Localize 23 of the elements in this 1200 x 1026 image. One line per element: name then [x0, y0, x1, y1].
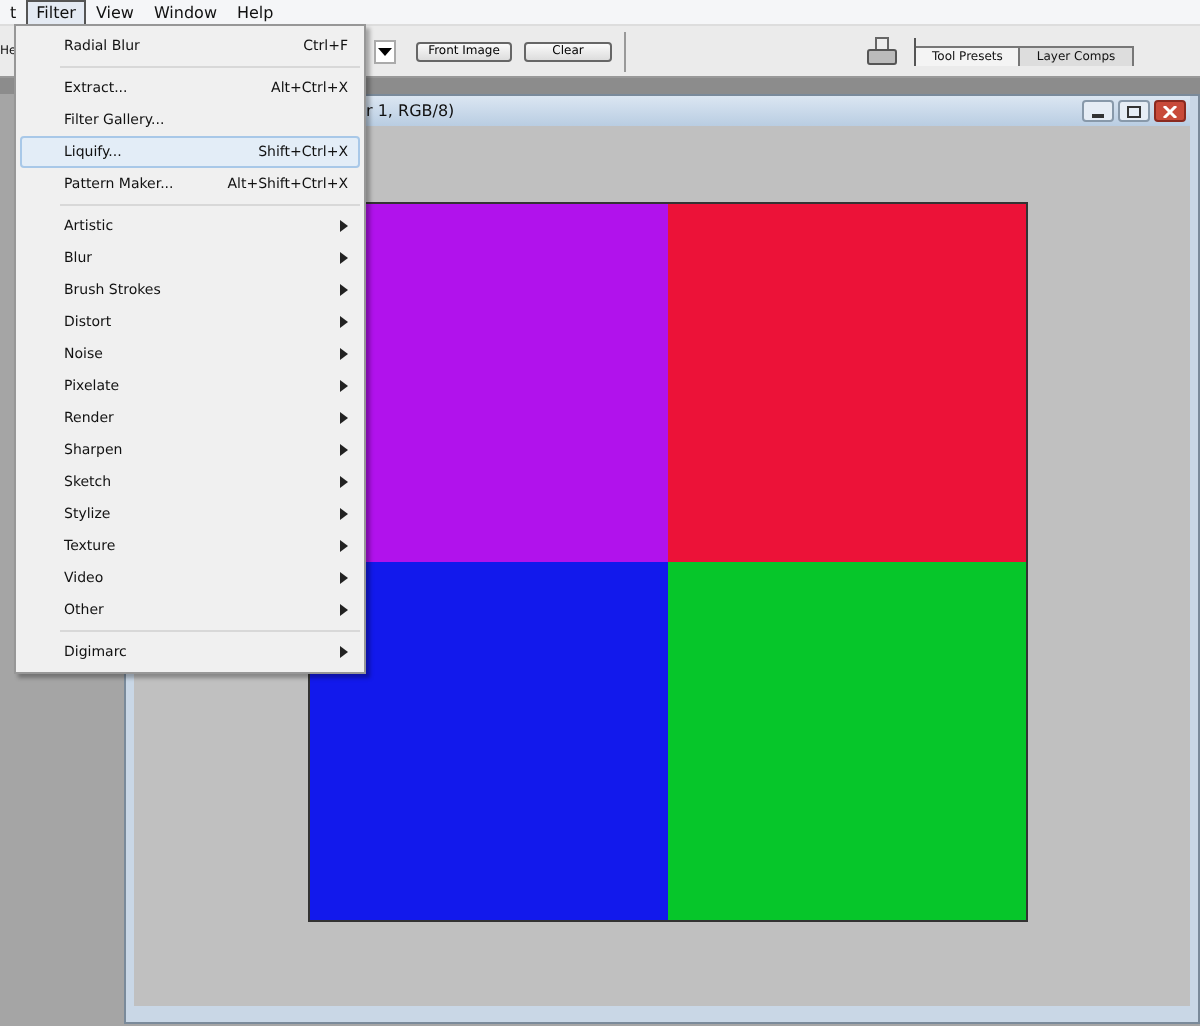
submenu-arrow-icon [340, 284, 348, 296]
menu-item[interactable]: Help [226, 0, 284, 25]
submenu-arrow-icon [340, 646, 348, 658]
printer-icon[interactable] [866, 35, 898, 67]
menu-item[interactable]: View [85, 0, 144, 25]
close-icon[interactable] [1154, 100, 1186, 122]
minimize-icon[interactable] [1082, 100, 1114, 122]
submenu-arrow-icon [340, 604, 348, 616]
submenu-arrow-icon [340, 476, 348, 488]
submenu-arrow-icon [340, 412, 348, 424]
submenu-arrow-icon [340, 316, 348, 328]
submenu-arrow-icon [340, 252, 348, 264]
submenu-arrow-icon [340, 348, 348, 360]
submenu-arrow-icon [340, 572, 348, 584]
submenu-arrow-icon [340, 444, 348, 456]
submenu-arrow-icon [340, 220, 348, 232]
menu-item[interactable]: Window [143, 0, 227, 25]
menu-item[interactable]: t [0, 0, 27, 25]
menu-item[interactable]: Filter [26, 0, 86, 25]
submenu-arrow-icon [340, 508, 348, 520]
maximize-icon[interactable] [1118, 100, 1150, 122]
submenu-arrow-icon [340, 380, 348, 392]
submenu-arrow-icon [340, 540, 348, 552]
